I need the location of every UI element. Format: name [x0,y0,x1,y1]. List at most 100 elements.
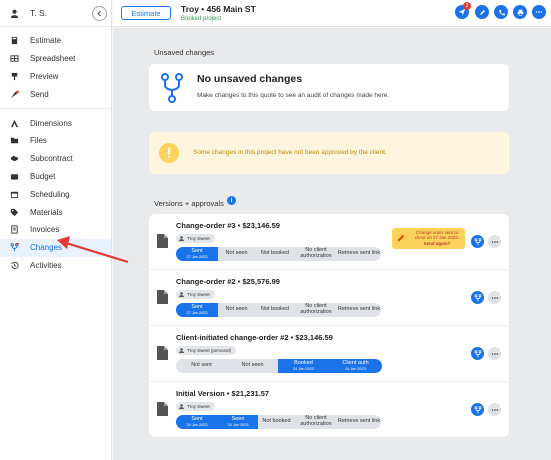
assignee-tag[interactable]: Troy Sweet (personal) [176,346,237,355]
sidebar-item-label: Send [30,89,49,99]
person-icon [178,404,184,410]
no-changes-title: No unsaved changes [197,73,303,85]
assignee-tag[interactable]: Troy Sweet [176,290,215,299]
approval-step[interactable]: Retrieve sent link [337,303,381,317]
call-button[interactable] [494,5,508,19]
version-row[interactable]: Client-initiated change-order #2 • $23,1… [149,326,509,382]
version-row[interactable]: Change-order #3 • $23,146.59 Troy Sweet Se… [149,214,509,270]
approval-step[interactable]: Client auth 24 Jan 2023 [329,359,382,373]
print-button[interactable] [513,5,527,19]
sidebar-item-label: Files [30,136,47,146]
version-more-button[interactable] [488,403,501,416]
sidebar-item-label: Subcontract [30,154,73,164]
document-icon [157,346,168,360]
step-label: Not seen [241,362,264,369]
version-more-button[interactable] [488,235,501,248]
sidebar-item-materials[interactable]: Materials [0,203,111,221]
sidebar-group-project: Dimensions Files Subcontract Budget Scheduli… [0,109,111,279]
sidebar-item-invoices[interactable]: Invoices [0,221,111,239]
step-label: Retrieve sent link [337,418,381,425]
phone-icon [498,9,505,15]
step-date: 24 Jan 2023 [293,366,314,371]
assignee-tag[interactable]: Troy Sweet [176,234,215,243]
version-row[interactable]: Change-order #2 • $25,576.99 Troy Sweet Se… [149,270,509,326]
main-content: Unsaved changes No unsaved changes Make … [113,28,551,460]
approval-step[interactable]: Sent 24 Jan 2023 [176,415,218,429]
printer-icon [517,9,523,16]
sidebar-item-label: Preview [30,71,59,81]
version-row[interactable]: Initial Version • $21,231.57 Troy Sweet Se… [149,382,509,438]
version-more-button[interactable] [488,291,501,304]
branch-button[interactable] [471,291,484,304]
step-label: No client authorization [300,415,332,427]
approval-step[interactable]: Not seen [218,303,255,317]
sidebar-item-label: Budget [30,171,56,181]
sidebar-item-files[interactable]: Files [0,132,111,150]
sidebar-item-label: Invoices [30,225,60,235]
collapse-sidebar-button[interactable] [92,6,107,21]
version-title: Client-initiated change-order #2 • $23,1… [176,333,333,342]
version-more-button[interactable] [488,347,501,360]
approval-warning-banner: Some changes in this project have not be… [149,132,509,174]
step-label: No client authorization [300,303,332,315]
assignee-tag[interactable]: Troy Sweet [176,402,215,411]
sidebar-item-subcontract[interactable]: Subcontract [0,150,111,168]
version-title: Change-order #2 • $25,576.99 [176,277,280,286]
fork-icon [474,237,481,245]
approval-step[interactable]: No client authorization [295,415,337,429]
person-icon [178,236,184,242]
approval-step[interactable]: Not booked [258,415,295,429]
more-horizontal-icon [491,296,498,299]
edit-button[interactable] [475,5,489,19]
approval-step[interactable]: No client authorization [295,303,337,317]
approval-step[interactable]: Retrieve sent link [337,247,381,261]
approval-step[interactable]: Not seen [227,359,278,373]
warning-text: Some changes in this project have not be… [193,149,387,156]
more-options-button[interactable] [532,5,546,19]
branch-button[interactable] [471,235,484,248]
unsaved-changes-heading: Unsaved changes [154,48,215,57]
invoice-icon [8,225,20,234]
approval-step[interactable]: Booked 24 Jan 2023 [278,359,329,373]
resend-note[interactable]: Change order sent to client on 27 Jan 20… [392,228,465,249]
estimate-button[interactable]: Estimate [121,6,171,20]
approval-step[interactable]: Not seen [218,247,255,261]
approval-step[interactable]: Not booked [255,247,295,261]
step-label: Not booked [260,306,290,313]
approval-step[interactable]: Not booked [255,303,295,317]
tag-icon [8,208,20,217]
sidebar-item-spreadsheet[interactable]: Spreadsheet [0,50,111,68]
wallet-icon [8,172,20,181]
approval-step[interactable]: Sent 27 Jan 2023 [176,247,218,261]
info-icon[interactable]: i [227,196,236,205]
document-icon [157,234,168,248]
assignee-name: Troy Sweet [187,236,210,241]
sidebar-item-preview[interactable]: Preview [0,68,111,86]
person-icon [178,292,184,298]
approval-step[interactable]: Sent 27 Jan 2023 [176,303,218,317]
branch-button[interactable] [471,403,484,416]
approval-steps: Sent 27 Jan 2023 Not seen Not booked No clie… [176,247,381,261]
sidebar-item-budget[interactable]: Budget [0,168,111,186]
step-label: Retrieve sent link [337,250,381,257]
approval-step[interactable]: Not sent [176,359,227,373]
approval-step[interactable]: No client authorization [295,247,337,261]
step-date: 27 Jan 2023 [186,310,208,315]
more-horizontal-icon [535,11,543,13]
approval-step[interactable]: Retrieve sent link [337,415,381,429]
step-date: 24 Jan 2023 [186,422,208,427]
chevron-left-icon [97,10,101,17]
versions-list: Change-order #3 • $23,146.59 Troy Sweet Se… [149,214,509,437]
sidebar-item-scheduling[interactable]: Scheduling [0,185,111,203]
sidebar-item-dimensions[interactable]: Dimensions [0,114,111,132]
sidebar-item-activities[interactable]: Activities [0,257,111,275]
send-again-link[interactable]: Send again? [424,241,451,246]
approval-step[interactable]: Seen 24 Jan 2023 [218,415,258,429]
sidebar: T. S. Estimate Spreadsheet Preview Send Dim… [0,0,112,460]
sidebar-item-send[interactable]: Send [0,85,111,103]
sidebar-item-estimate[interactable]: Estimate [0,32,111,50]
sidebar-item-changes[interactable]: Changes [0,238,111,257]
sidebar-item-label: Spreadsheet [30,54,76,64]
folder-icon [8,136,20,145]
branch-button[interactable] [471,347,484,360]
